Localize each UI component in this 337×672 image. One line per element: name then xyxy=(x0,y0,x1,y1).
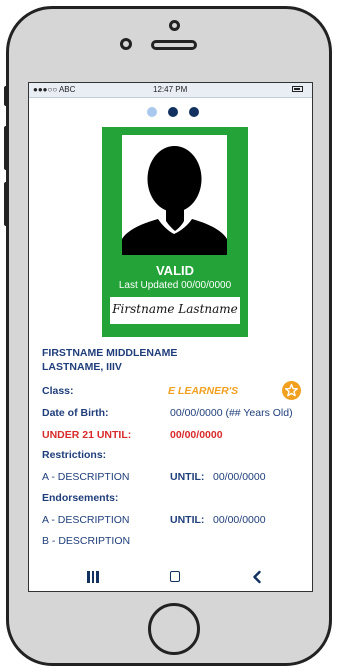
endorsement-until-value: 00/00/0000 xyxy=(213,514,266,526)
page-dot-1[interactable] xyxy=(147,107,157,117)
home-button[interactable] xyxy=(148,603,200,655)
carrier-label: ●●●○○ ABC xyxy=(33,85,76,94)
restrictions-label: Restrictions: xyxy=(42,449,107,461)
holder-name-line2: LASTNAME, IIIV xyxy=(42,361,122,373)
star-glyph-icon xyxy=(285,383,298,397)
class-label: Class: xyxy=(42,385,74,397)
id-card: VALID Last Updated 00/00/0000 Firstname … xyxy=(102,127,248,337)
page-dot-3[interactable] xyxy=(189,107,199,117)
dob-value: 00/00/0000 (## Years Old) xyxy=(170,407,293,419)
back-chevron-icon[interactable] xyxy=(251,570,263,584)
home-square-icon[interactable] xyxy=(170,571,180,582)
signature: Firstname Lastname xyxy=(112,302,238,316)
restriction-code: A - DESCRIPTION xyxy=(42,471,130,483)
star-icon[interactable] xyxy=(282,381,301,400)
clock-label: 12:47 PM xyxy=(153,85,188,94)
page-dot-2[interactable] xyxy=(168,107,178,117)
sensor-dot xyxy=(169,20,180,31)
side-button-top xyxy=(4,86,9,106)
validity-status: VALID xyxy=(155,263,195,278)
class-value: E LEARNER'S xyxy=(168,385,239,397)
signature-box: Firstname Lastname xyxy=(110,297,240,324)
status-bar: ●●●○○ ABC 12:47 PM xyxy=(29,83,312,98)
under21-value: 00/00/0000 xyxy=(170,429,223,441)
endorsement-code-a: A - DESCRIPTION xyxy=(42,514,130,526)
dob-label: Date of Birth: xyxy=(42,407,109,419)
android-nav-bar xyxy=(29,563,312,591)
endorsements-label: Endorsements: xyxy=(42,492,119,504)
endorsement-until-label: UNTIL: xyxy=(170,514,205,526)
phone-screen: ●●●○○ ABC 12:47 PM VALID Last Updated 00… xyxy=(28,82,313,592)
side-button-volume-down xyxy=(4,182,9,226)
restriction-until-label: UNTIL: xyxy=(170,471,205,483)
endorsement-code-b: B - DESCRIPTION xyxy=(42,535,131,547)
recents-icon[interactable] xyxy=(87,571,99,583)
restriction-until-value: 00/00/0000 xyxy=(213,471,266,483)
front-camera xyxy=(120,38,132,50)
side-button-volume-up xyxy=(4,126,9,170)
under21-label: UNDER 21 UNTIL: xyxy=(42,429,132,441)
avatar-silhouette-icon xyxy=(122,146,227,255)
last-updated: Last Updated 00/00/0000 xyxy=(118,280,232,291)
holder-name-line1: FIRSTNAME MIDDLENAME xyxy=(42,347,178,359)
battery-icon xyxy=(292,86,303,92)
profile-photo xyxy=(122,135,227,255)
speaker-grille xyxy=(151,40,197,50)
